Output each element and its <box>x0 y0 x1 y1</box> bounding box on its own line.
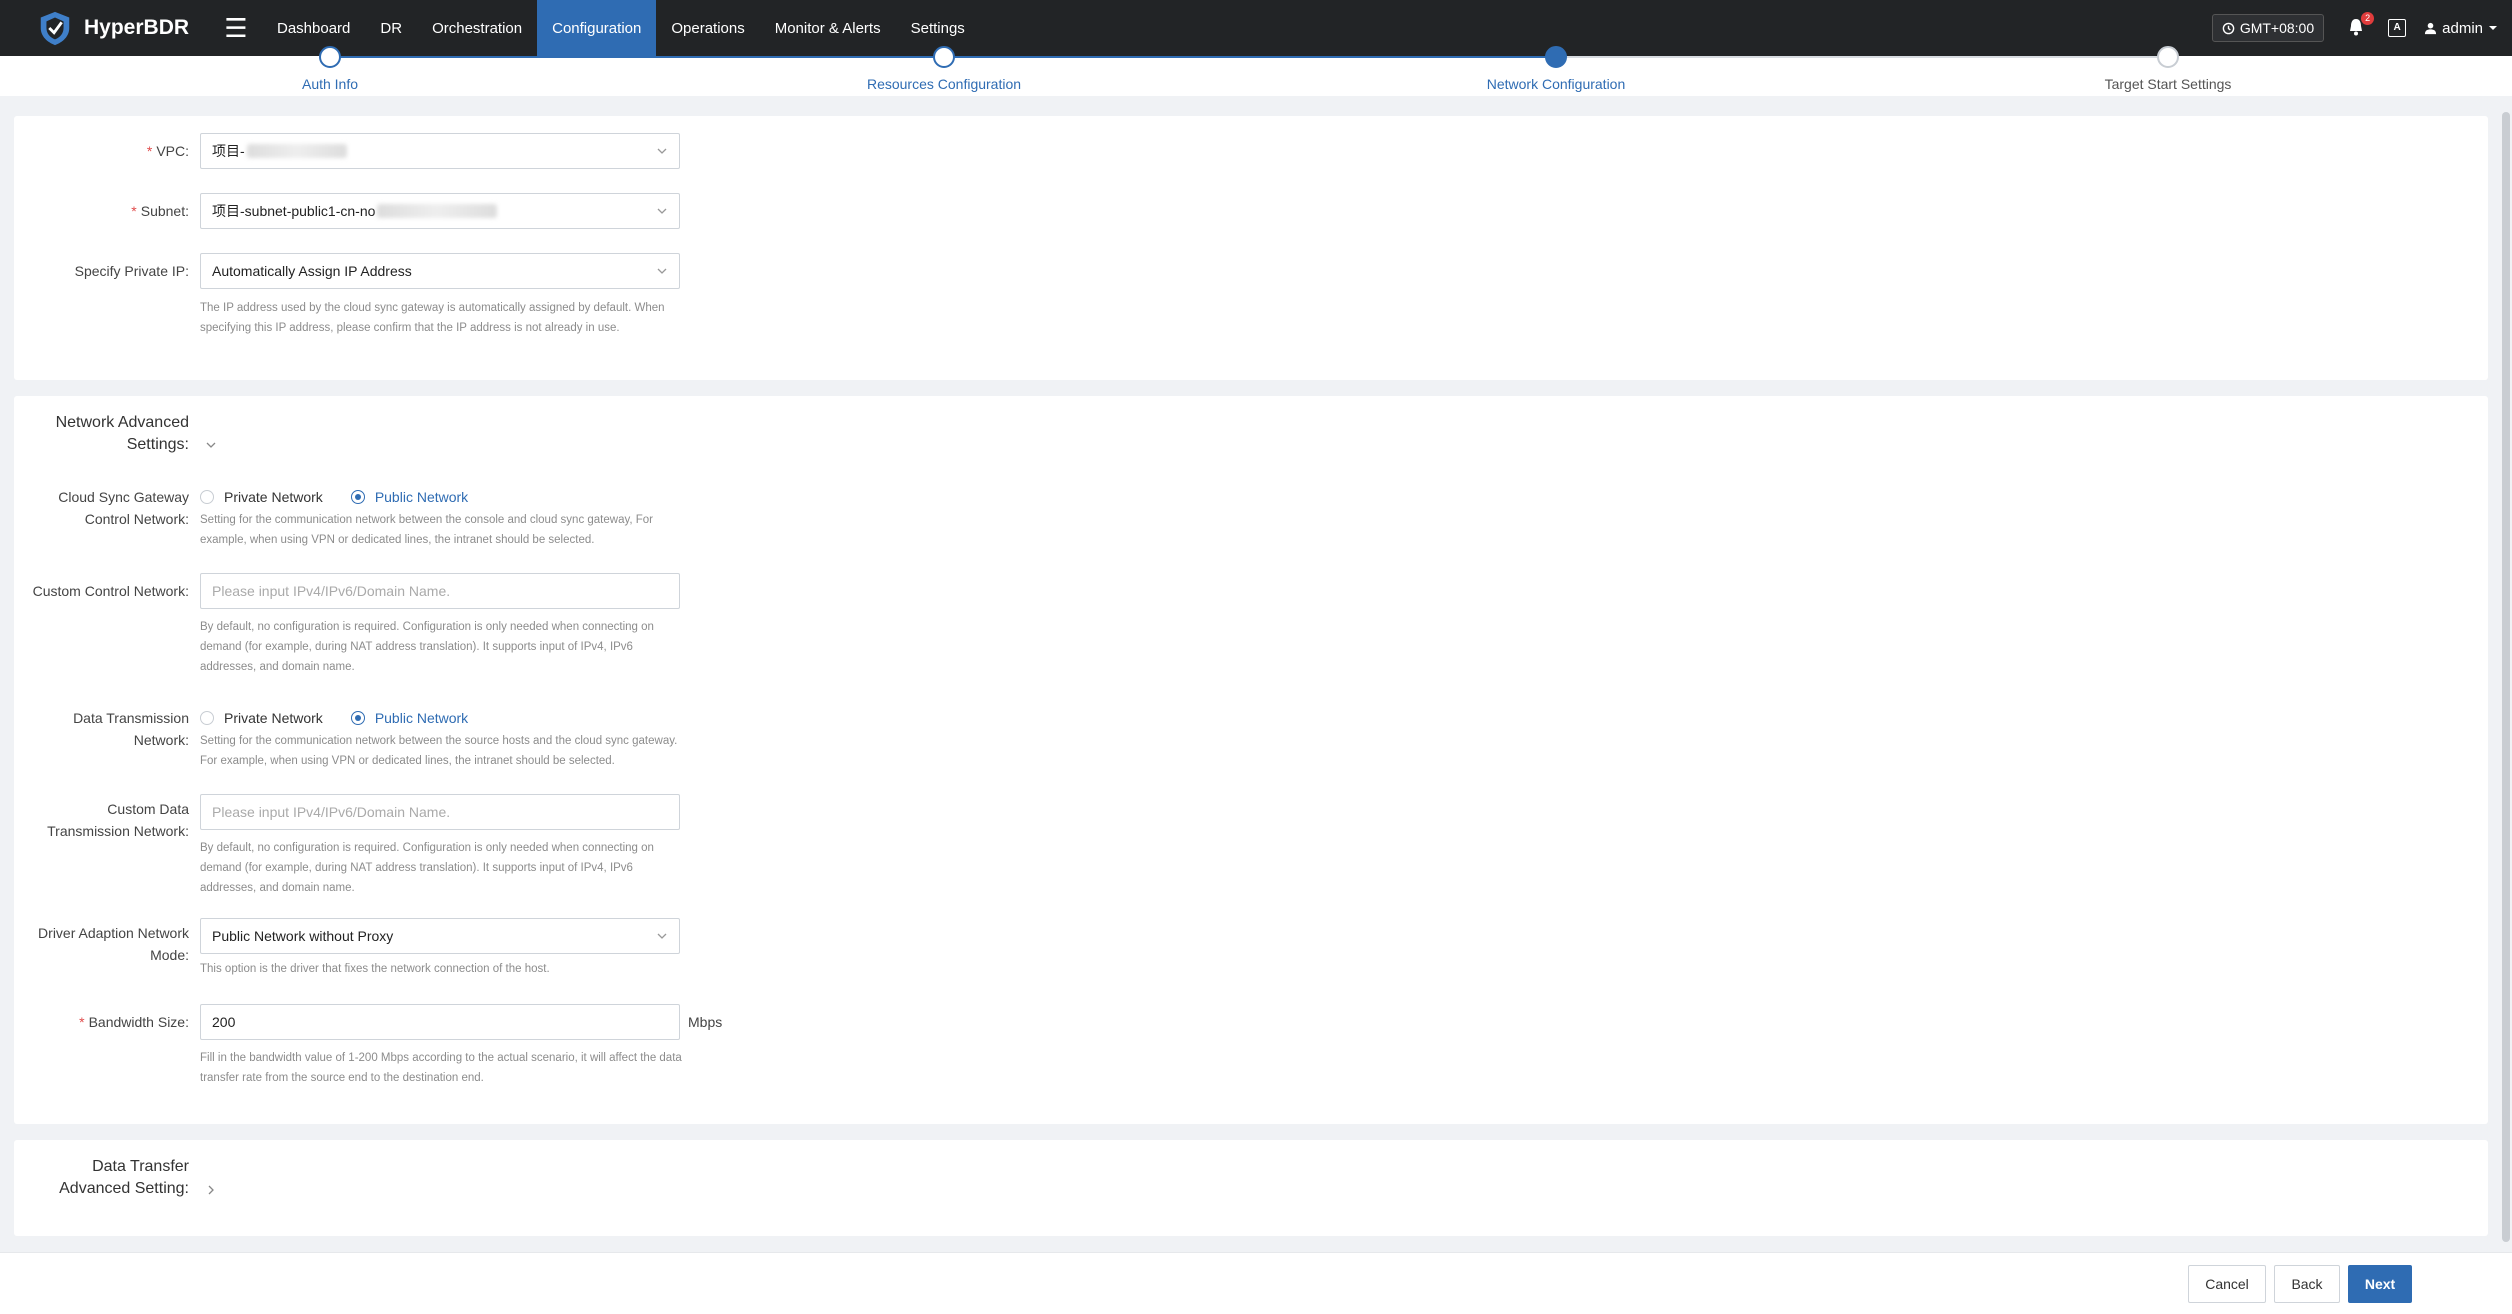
back-button[interactable]: Back <box>2274 1265 2340 1303</box>
vpc-select[interactable]: 项目- <box>200 133 680 169</box>
step-dot-target-start <box>2157 46 2179 68</box>
radio-label: Private Network <box>224 489 323 505</box>
chevron-down-icon <box>657 268 667 274</box>
step-connector <box>1556 56 2168 58</box>
step-dot-network <box>1545 46 1567 68</box>
next-button[interactable]: Next <box>2348 1265 2412 1303</box>
control-network-radio-group: Private Network Public Network <box>200 486 468 508</box>
custom-data-label: Custom Data Transmission Network: <box>47 801 189 839</box>
control-network-hint: Setting for the communication network be… <box>200 514 654 546</box>
data-transmission-label: Data Transmission Network: <box>73 710 189 748</box>
nav-monitor-alerts[interactable]: Monitor & Alerts <box>760 0 896 56</box>
app-logo[interactable]: HyperBDR <box>36 9 204 47</box>
data-transmission-radio-group: Private Network Public Network <box>200 707 468 729</box>
timezone-selector[interactable]: GMT+08:00 <box>2211 14 2325 42</box>
driver-mode-select[interactable]: Public Network without Proxy <box>200 918 680 954</box>
hamburger-menu-icon[interactable]: ☰ <box>216 0 256 56</box>
redacted-text <box>246 144 347 158</box>
advanced-settings-title: Network Advanced Settings: <box>55 414 189 453</box>
step-label-network: Network Configuration <box>1486 76 1626 92</box>
step-label-auth-info[interactable]: Auth Info <box>302 76 358 92</box>
bandwidth-hint: Fill in the bandwidth value of 1-200 Mbp… <box>200 1052 682 1084</box>
step-label-resources[interactable]: Resources Configuration <box>867 76 1021 92</box>
radio-label: Public Network <box>374 710 469 726</box>
cancel-button[interactable]: Cancel <box>2188 1265 2266 1303</box>
driver-mode-value: Public Network without Proxy <box>212 928 394 944</box>
vpc-label: * VPC: <box>146 143 189 159</box>
network-basic-card: * VPC: 项目- * Subnet: 项目-subnet-public1-cn-… <box>14 116 2488 380</box>
private-ip-label: Specify Private IP: <box>74 263 189 279</box>
radio-circle <box>200 490 214 504</box>
network-advanced-card: Network Advanced Settings: Cloud Sync Ga… <box>14 396 2488 1124</box>
custom-control-hint: By default, no configuration is required… <box>200 621 654 673</box>
scrollbar-thumb[interactable] <box>2502 112 2510 1242</box>
user-menu[interactable]: admin <box>2424 20 2498 37</box>
vpc-value: 项目- <box>212 143 245 159</box>
app-name: HyperBDR <box>84 16 190 39</box>
custom-data-input[interactable]: Please input IPv4/IPv6/Domain Name. <box>200 794 680 830</box>
caret-down-icon <box>2489 26 2497 30</box>
custom-control-input[interactable]: Please input IPv4/IPv6/Domain Name. <box>200 573 680 609</box>
bandwidth-unit: Mbps <box>688 1014 723 1030</box>
user-icon <box>2425 22 2437 34</box>
custom-data-hint: By default, no configuration is required… <box>200 842 654 894</box>
subnet-value: 项目-subnet-public1-cn-no <box>212 203 376 219</box>
step-dot-resources <box>933 46 955 68</box>
control-public-radio[interactable]: Public Network <box>350 489 469 505</box>
language-switch-icon[interactable]: A <box>2388 19 2407 37</box>
control-private-radio[interactable]: Private Network <box>200 489 323 505</box>
chevron-right-icon[interactable] <box>204 1183 218 1197</box>
redacted-text <box>377 204 498 218</box>
radio-circle <box>200 711 214 725</box>
radio-circle <box>350 490 365 504</box>
radio-label: Public Network <box>374 489 469 505</box>
private-ip-hint: The IP address used by the cloud sync ga… <box>200 302 665 334</box>
chevron-down-icon <box>657 208 667 214</box>
bandwidth-input[interactable]: 200 <box>200 1004 680 1040</box>
data-private-radio[interactable]: Private Network <box>200 710 323 726</box>
nav-dashboard[interactable]: Dashboard <box>262 0 365 56</box>
main-menu: Dashboard DR Orchestration Configuration… <box>262 0 980 56</box>
nav-configuration[interactable]: Configuration <box>537 0 657 56</box>
clock-icon <box>2222 22 2235 34</box>
nav-dr[interactable]: DR <box>365 0 417 56</box>
wizard-footer: Cancel Back Next <box>0 1252 2512 1314</box>
radio-circle <box>350 711 365 725</box>
custom-control-label: Custom Control Network: <box>32 583 189 599</box>
private-ip-value: Automatically Assign IP Address <box>212 263 412 279</box>
subnet-label: * Subnet: <box>131 203 189 219</box>
nav-right: GMT+08:00 2 A admin <box>2211 0 2512 56</box>
subnet-select[interactable]: 项目-subnet-public1-cn-no <box>200 193 680 229</box>
nav-operations[interactable]: Operations <box>656 0 759 56</box>
chevron-down-icon <box>657 933 667 939</box>
private-ip-select[interactable]: Automatically Assign IP Address <box>200 253 680 289</box>
data-transfer-card: Data Transfer Advanced Setting: <box>14 1140 2488 1236</box>
driver-mode-label: Driver Adaption Network Mode: <box>38 925 189 963</box>
step-label-target-start: Target Start Settings <box>2104 76 2232 92</box>
notifications-button[interactable]: 2 <box>2346 12 2375 39</box>
timezone-label: GMT+08:00 <box>2239 20 2315 36</box>
notification-badge: 2 <box>2361 12 2375 25</box>
step-dot-auth-info <box>319 46 341 68</box>
nav-orchestration[interactable]: Orchestration <box>417 0 537 56</box>
shield-logo-icon <box>40 11 70 46</box>
data-transfer-title: Data Transfer Advanced Setting: <box>59 1158 189 1197</box>
data-public-radio[interactable]: Public Network <box>350 710 469 726</box>
wizard-steps: Auth Info Resources Configuration Networ… <box>0 46 2512 96</box>
data-transmission-hint: Setting for the communication network be… <box>200 735 678 767</box>
driver-mode-hint: This option is the driver that fixes the… <box>200 963 550 975</box>
page-scrollbar[interactable] <box>2502 112 2510 1252</box>
step-connector <box>944 56 1556 58</box>
step-connector <box>330 56 944 58</box>
top-navbar: HyperBDR ☰ Dashboard DR Orchestration Co… <box>0 0 2512 56</box>
control-network-label: Cloud Sync Gateway Control Network: <box>58 489 189 527</box>
radio-label: Private Network <box>224 710 323 726</box>
chevron-down-icon[interactable] <box>204 438 218 452</box>
chevron-down-icon <box>657 148 667 154</box>
username: admin <box>2442 19 2483 37</box>
bandwidth-label: * Bandwidth Size: <box>79 1014 189 1030</box>
